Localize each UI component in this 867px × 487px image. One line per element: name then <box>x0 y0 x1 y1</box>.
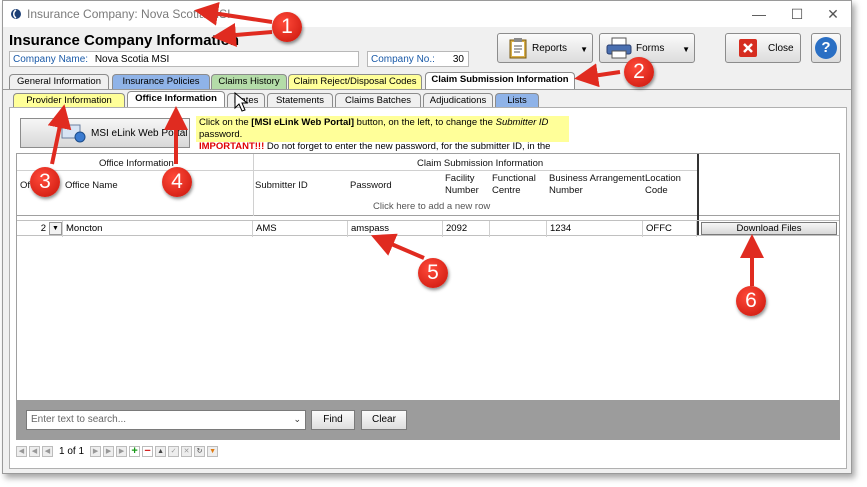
callout-6: 6 <box>736 286 766 316</box>
callout-3: 3 <box>30 167 60 197</box>
callout-1: 1 <box>272 12 302 42</box>
callout-2: 2 <box>624 57 654 87</box>
arrow-lines <box>47 1 764 286</box>
annotation-arrows <box>47 1 764 286</box>
mouse-cursor-icon <box>234 92 248 112</box>
callout-4: 4 <box>162 167 192 197</box>
callout-5: 5 <box>418 258 448 288</box>
